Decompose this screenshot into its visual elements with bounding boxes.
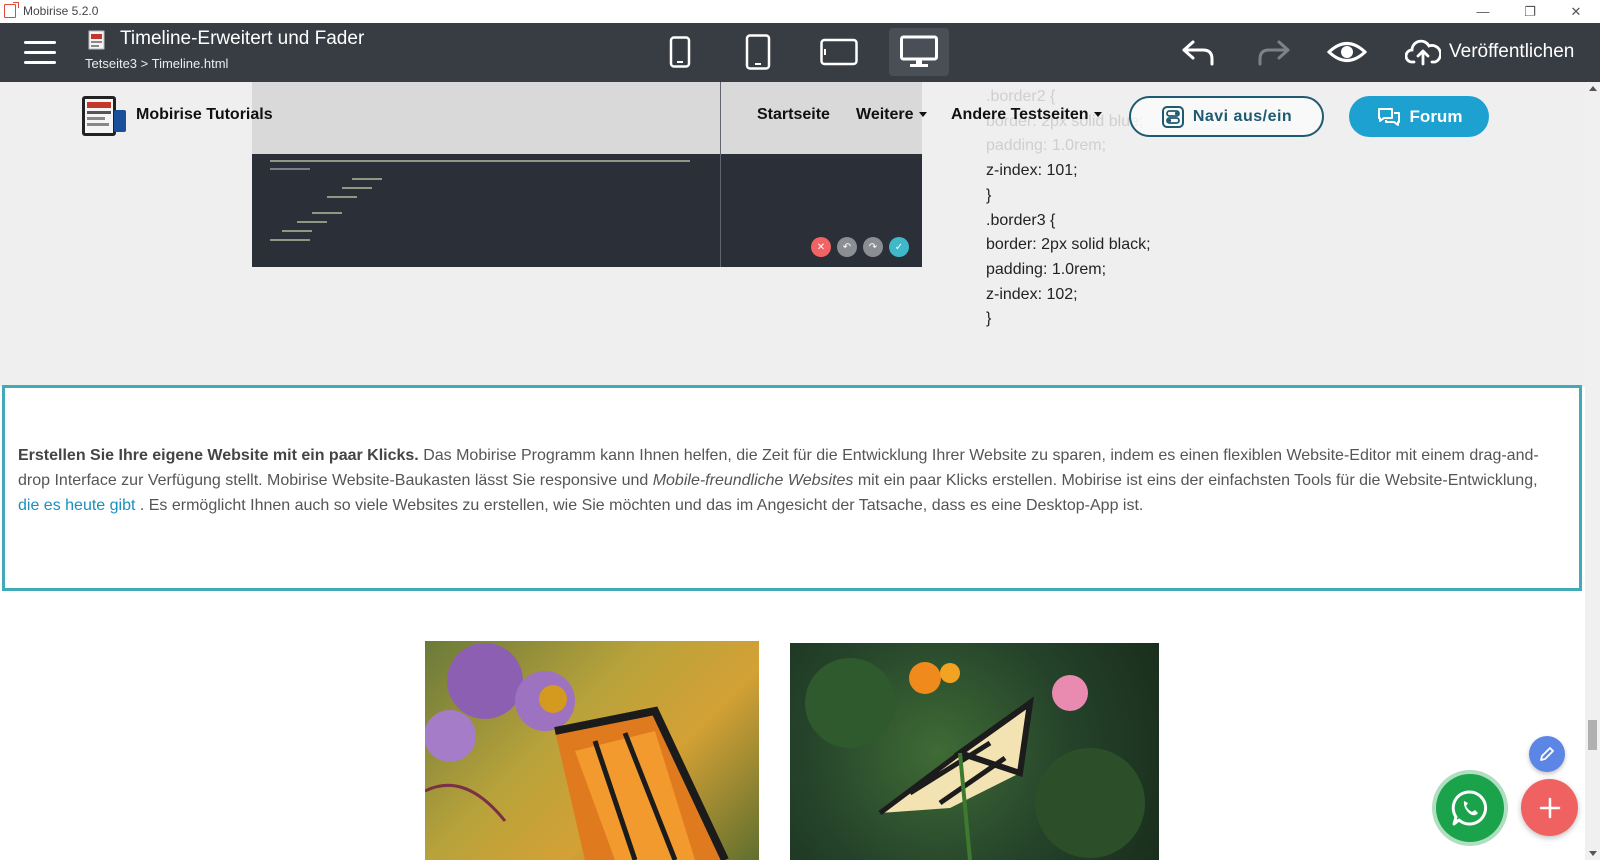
phone-small-icon: [669, 36, 691, 68]
page-title[interactable]: Timeline-Erweitert und Fader: [120, 28, 364, 50]
caret-down-icon: [918, 112, 927, 118]
os-titlebar: Mobirise 5.2.0 — ❐ ✕: [0, 0, 1600, 23]
desktop-icon: [900, 35, 938, 67]
preview-button[interactable]: [1327, 35, 1367, 69]
selected-text-block[interactable]: Erstellen Sie Ihre eigene Website mit ei…: [2, 385, 1582, 591]
publish-label: Veröffentlichen: [1449, 41, 1575, 62]
page-icon: [88, 30, 105, 50]
monarch-butterfly-image: [425, 643, 729, 860]
nav-startseite[interactable]: Startseite: [757, 106, 830, 124]
caret-down-icon: [1093, 112, 1102, 118]
brand-logo[interactable]: [80, 94, 128, 138]
gallery-image-swallowtail-butterfly[interactable]: [790, 643, 1159, 860]
site-navbar: Mobirise Tutorials Startseite Weitere An…: [0, 82, 1585, 152]
tablet-view-button[interactable]: [809, 28, 869, 76]
swallowtail-butterfly-image: [805, 658, 1145, 860]
redo-icon: [1258, 40, 1290, 66]
phone-large-icon: [745, 34, 771, 70]
desktop-view-button[interactable]: [889, 28, 949, 76]
close-icon[interactable]: ✕: [1553, 0, 1599, 23]
whatsapp-button[interactable]: [1436, 774, 1504, 842]
publish-button[interactable]: Veröffentlichen: [1405, 33, 1574, 71]
forum-button[interactable]: Forum: [1349, 96, 1489, 137]
scroll-up-arrow-icon[interactable]: [1589, 86, 1597, 91]
nav-andere-testseiten[interactable]: Andere Testseiten: [951, 106, 1102, 124]
mobirise-app-icon: [4, 2, 19, 18]
apply-code-icon: ✓: [889, 237, 909, 257]
vertical-scrollbar[interactable]: [1585, 82, 1600, 860]
intro-paragraph[interactable]: Erstellen Sie Ihre eigene Website mit ei…: [18, 443, 1563, 518]
intro-link[interactable]: die es heute gibt: [18, 497, 135, 514]
window-title: Mobirise 5.2.0: [23, 4, 99, 18]
tablet-icon: [820, 38, 858, 66]
nav-weitere[interactable]: Weitere: [856, 106, 927, 124]
plus-icon: [1539, 797, 1560, 818]
whatsapp-icon: [1451, 790, 1488, 826]
undo-icon: [1182, 40, 1214, 66]
editor-toolbar: Timeline-Erweitert und Fader Tetseite3 >…: [0, 23, 1600, 82]
hamburger-menu-icon[interactable]: [24, 40, 56, 66]
mobile-small-view-button[interactable]: [650, 28, 710, 76]
navi-toggle-button[interactable]: Navi aus/ein: [1129, 96, 1324, 137]
restore-icon[interactable]: ❐: [1507, 0, 1553, 23]
toggle-switch-icon: [1161, 105, 1184, 128]
minimize-icon[interactable]: —: [1460, 0, 1506, 23]
editor-canvas: ✕ ↶ ↷ ✓ .border2 { border: 2px solid blu…: [0, 82, 1585, 860]
undo-code-icon: ↶: [837, 237, 857, 257]
redo-code-icon: ↷: [863, 237, 883, 257]
cloud-upload-icon: [1405, 39, 1441, 66]
close-code-icon: ✕: [811, 237, 831, 257]
brand-name[interactable]: Mobirise Tutorials: [136, 106, 273, 124]
undo-button[interactable]: [1178, 35, 1218, 69]
chat-icon: [1377, 107, 1400, 126]
add-block-button[interactable]: [1521, 779, 1578, 836]
eye-icon: [1327, 42, 1367, 62]
mobile-large-view-button[interactable]: [728, 28, 788, 76]
redo-button[interactable]: [1254, 35, 1294, 69]
edit-style-button[interactable]: [1529, 736, 1565, 772]
page-path: Tetseite3 > Timeline.html: [85, 56, 229, 71]
scroll-down-arrow-icon[interactable]: [1589, 851, 1597, 856]
pencil-icon: [1540, 747, 1554, 761]
scrollbar-thumb[interactable]: [1588, 720, 1597, 750]
gallery-image-monarch-butterfly[interactable]: [425, 641, 759, 860]
